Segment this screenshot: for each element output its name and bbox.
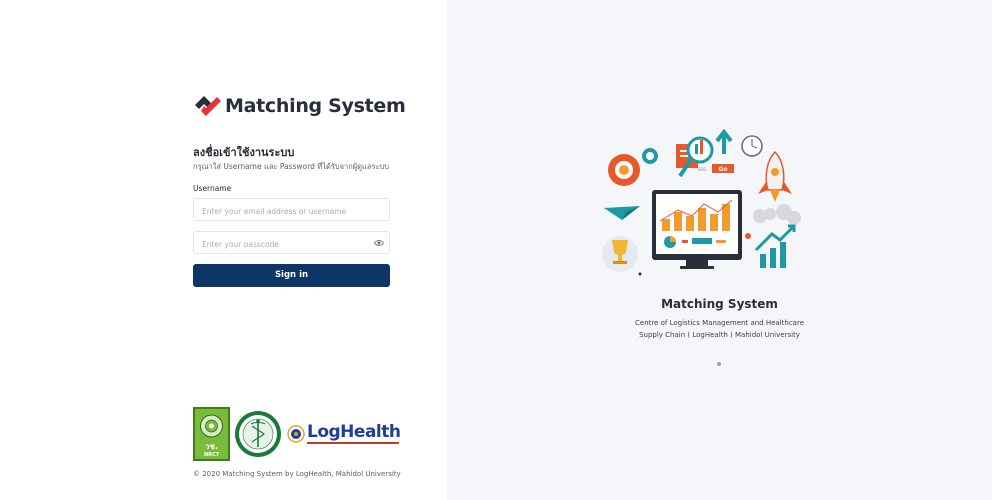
analytics-illustration: Go SEO [602,128,801,276]
brand-name: Matching System [225,95,406,117]
signin-button[interactable]: Sign in [193,264,390,287]
nrct-text: วช. [205,442,218,451]
username-label: Username [193,184,232,193]
username-input[interactable] [194,201,389,222]
brand: Matching System [193,92,406,120]
loghealth-text: LogHealth [307,422,401,442]
showcase-title: Matching System [661,297,778,311]
username-field-wrapper [193,198,390,222]
illustration-seo-label: SEO [698,167,706,172]
password-field-wrapper [193,231,390,255]
login-subheading: กรุณาใส่ Username และ Password ที่ได้รับ… [193,162,390,171]
ministry-of-public-health-logo [235,411,281,457]
showcase-description: Centre of Logistics Management and Healt… [635,319,804,339]
login-heading: ลงชื่อเข้าใช้งานระบบ [193,146,295,159]
nrct-logo: วช. NRCT [193,407,230,461]
password-input[interactable] [194,234,389,255]
nrct-sub: NRCT [204,452,220,458]
partner-logos: วช. NRCT LogHealth [193,406,401,462]
loghealth-logo: LogHealth [287,422,401,445]
footer-copyright: © 2020 Matching System by LogHealth, Mah… [193,470,401,478]
carousel-dot-1[interactable] [717,362,721,366]
loghealth-underline [307,442,399,444]
illustration-go-label: Go [718,166,727,173]
eye-icon[interactable] [374,238,384,248]
login-panel: Matching System ลงชื่อเข้าใช้งานระบบ กรุ… [0,0,447,500]
checkmark-tile-icon [195,96,221,116]
